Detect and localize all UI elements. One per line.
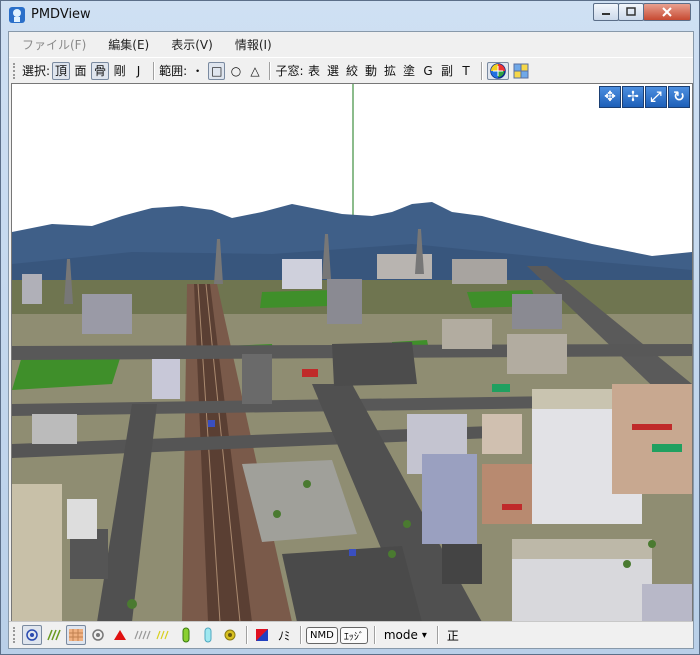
city-scene xyxy=(12,84,692,622)
toolbar: 選択: 頂 面 骨 剛 J 範囲: ・ □ ○ △ 子窓: 表 選 絞 動 拡 … xyxy=(9,57,693,83)
vertex-display-button[interactable] xyxy=(88,625,108,645)
3d-viewport[interactable]: ✥ ✢ ⤢ ↻ xyxy=(11,83,693,623)
subwindow-t-button[interactable]: T xyxy=(458,62,475,80)
mode-label: mode xyxy=(383,628,418,642)
select-rigid-button[interactable]: 剛 xyxy=(111,62,128,80)
subwindow-table-button[interactable]: 表 xyxy=(306,62,323,80)
normal-button[interactable]: ﾉﾐ xyxy=(274,625,294,645)
subwindow-filter-button[interactable]: 絞 xyxy=(344,62,361,80)
cyan-capsule-icon xyxy=(204,627,212,643)
select-face-button[interactable]: 面 xyxy=(72,62,89,80)
menu-view[interactable]: 表示(V) xyxy=(162,36,222,53)
maximize-icon xyxy=(626,7,636,16)
menu-file[interactable]: ファイル(F) xyxy=(13,36,95,53)
range-circle-button[interactable]: ○ xyxy=(227,62,244,80)
toolbar-separator xyxy=(480,61,483,80)
client-area: ファイル(F) 編集(E) 表示(V) 情報(I) 選択: 頂 面 骨 剛 J … xyxy=(8,31,694,649)
subwindow-scale-button[interactable]: 拡 xyxy=(382,62,399,80)
subwindow-label: 子窓: xyxy=(275,64,304,78)
color-swatch-icon xyxy=(256,629,268,641)
range-triangle-button[interactable]: △ xyxy=(246,62,263,80)
app-icon xyxy=(9,7,25,23)
quad-view-icon xyxy=(513,63,529,78)
close-button[interactable] xyxy=(643,3,691,21)
range-label: 範囲: xyxy=(159,64,188,78)
select-label: 選択: xyxy=(22,64,51,78)
minimize-icon xyxy=(602,13,610,15)
edge-button[interactable]: ｴｯｼﾞ xyxy=(339,626,368,644)
select-bone-button[interactable]: 骨 xyxy=(91,61,110,80)
texture-icon xyxy=(69,629,83,641)
stripes-icon xyxy=(134,630,151,640)
chevron-down-icon: ▾ xyxy=(421,629,427,641)
toolbar-separator xyxy=(373,626,376,644)
green-capsule-icon xyxy=(182,627,190,643)
texture-button[interactable] xyxy=(66,625,86,645)
select-joint-button[interactable]: J xyxy=(130,62,147,80)
wire-icon xyxy=(47,629,61,641)
wire-button[interactable] xyxy=(44,625,64,645)
target-icon xyxy=(26,629,38,641)
title-bar[interactable]: PMDView xyxy=(1,1,699,29)
maximize-button[interactable] xyxy=(618,3,644,21)
minimize-button[interactable] xyxy=(593,3,619,21)
capsule-cyan-button[interactable] xyxy=(198,625,218,645)
toolbar-grip[interactable] xyxy=(13,62,18,79)
triangle-icon xyxy=(114,630,126,640)
range-point-button[interactable]: ・ xyxy=(189,62,206,80)
toolbar-grip[interactable] xyxy=(13,627,18,643)
md-button[interactable]: NMD xyxy=(306,626,338,644)
color-wheel-button[interactable] xyxy=(486,61,509,80)
sphere-icon xyxy=(224,629,236,641)
window-title: PMDView xyxy=(31,7,91,22)
vertex-icon xyxy=(92,629,104,641)
sphere-button[interactable] xyxy=(220,625,240,645)
rotate-icon[interactable]: ↻ xyxy=(668,86,690,108)
toolbar-separator xyxy=(300,626,302,644)
color-wheel-icon xyxy=(489,62,506,79)
joint-display-button[interactable] xyxy=(154,625,174,645)
move-xyz-icon[interactable]: ✢ xyxy=(622,86,644,108)
orthographic-button[interactable]: 正 xyxy=(443,625,463,645)
select-vertex-button[interactable]: 頂 xyxy=(52,61,71,80)
menu-info[interactable]: 情報(I) xyxy=(226,36,281,53)
color-toggle-button[interactable] xyxy=(252,625,272,645)
menu-edit[interactable]: 編集(E) xyxy=(99,36,158,53)
subwindow-move-button[interactable]: 動 xyxy=(363,62,380,80)
close-icon xyxy=(662,7,672,17)
quad-view-button[interactable] xyxy=(511,62,531,80)
view-point-button[interactable] xyxy=(22,625,42,645)
toolbar-separator xyxy=(246,626,248,644)
range-rect-button[interactable]: □ xyxy=(208,61,226,80)
rigid-display-button[interactable] xyxy=(132,625,152,645)
subwindow-g-button[interactable]: G xyxy=(420,62,437,80)
yellow-stripes-icon xyxy=(156,630,169,640)
navigation-icons: ✥ ✢ ⤢ ↻ xyxy=(598,86,690,108)
toolbar-separator xyxy=(269,61,272,80)
mode-dropdown[interactable]: mode ▾ xyxy=(380,625,431,645)
subwindow-paint-button[interactable]: 塗 xyxy=(401,62,418,80)
app-window: PMDView ファイル(F) 編集(E) 表示(V) 情報(I) 選択: 頂 … xyxy=(0,0,700,655)
bottom-toolbar: ﾉﾐ NMD ｴｯｼﾞ mode ▾ 正 xyxy=(9,621,693,648)
menu-bar: ファイル(F) 編集(E) 表示(V) 情報(I) xyxy=(9,32,693,57)
subwindow-sub-button[interactable]: 副 xyxy=(439,62,456,80)
subwindow-select-button[interactable]: 選 xyxy=(325,62,342,80)
move-xy-icon[interactable]: ✥ xyxy=(599,86,621,108)
zoom-icon[interactable]: ⤢ xyxy=(645,86,667,108)
toolbar-separator xyxy=(153,61,156,80)
toolbar-separator xyxy=(436,626,439,644)
capsule-green-button[interactable] xyxy=(176,625,196,645)
bone-display-button[interactable] xyxy=(110,625,130,645)
